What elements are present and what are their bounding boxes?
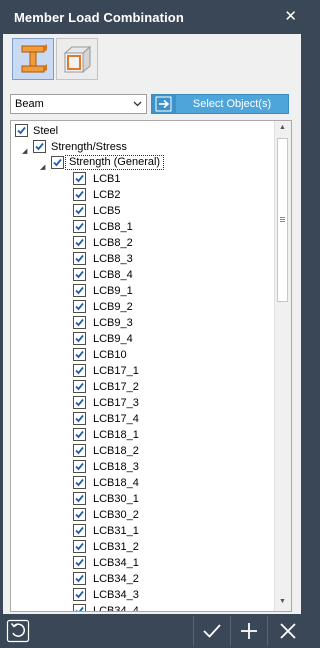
lcb-checkbox[interactable] [73, 492, 86, 505]
lcb-label: LCB18_2 [93, 445, 139, 457]
lcb-checkbox[interactable] [73, 252, 86, 265]
reset-icon [6, 619, 30, 643]
lcb-checkbox[interactable] [73, 572, 86, 585]
lcb-label: LCB18_1 [93, 429, 139, 441]
lcb-checkbox[interactable] [73, 332, 86, 345]
lcb-checkbox[interactable] [73, 444, 86, 457]
plate-element-button[interactable] [56, 38, 98, 80]
member-type-toolbar [12, 38, 100, 80]
confirm-button[interactable] [194, 614, 230, 648]
beam-member-icon [21, 44, 47, 73]
lcb-label: LCB17_4 [93, 413, 139, 425]
lcb-checkbox[interactable] [73, 348, 86, 361]
lcb-label: LCB30_1 [93, 493, 139, 505]
arrow-right-icon [152, 95, 176, 113]
cancel-button[interactable] [268, 614, 306, 648]
window-close-button[interactable]: ✕ [284, 7, 297, 25]
lcb-label: LCB9_2 [93, 301, 133, 313]
plate-element-icon [63, 45, 92, 74]
expand-arrow-icon[interactable]: ◢ [40, 160, 45, 176]
steel-label: Steel [33, 125, 59, 137]
beam-member-button[interactable] [12, 38, 54, 80]
lcb-checkbox[interactable] [73, 364, 86, 377]
lcb-label: LCB8_2 [93, 237, 133, 249]
lcb-checkbox[interactable] [73, 316, 86, 329]
lcb-checkbox[interactable] [73, 172, 86, 185]
strength-stress-checkbox[interactable] [33, 140, 46, 153]
vertical-scrollbar[interactable]: ▲ ▼ [274, 121, 291, 611]
lcb-label: LCB2 [93, 189, 121, 201]
lcb-checkbox[interactable] [73, 540, 86, 553]
lcb-label: LCB5 [93, 205, 121, 217]
member-type-dropdown[interactable]: Beam [10, 94, 147, 114]
lcb-label: LCB8_4 [93, 269, 133, 281]
lcb-label: LCB31_1 [93, 525, 139, 537]
strength-general-label: Strength (General) [65, 155, 165, 170]
lcb-label: LCB34_3 [93, 589, 139, 601]
lcb-checkbox[interactable] [73, 508, 86, 521]
lcb-label: LCB8_1 [93, 221, 133, 233]
lcb-label: LCB17_1 [93, 365, 139, 377]
lcb-label: LCB34_1 [93, 557, 139, 569]
lcb-checkbox[interactable] [73, 284, 86, 297]
add-button[interactable] [231, 614, 267, 648]
lcb-checkbox[interactable] [73, 396, 86, 409]
lcb-checkbox[interactable] [73, 220, 86, 233]
lcb-checkbox[interactable] [73, 476, 86, 489]
lcb-label: LCB31_2 [93, 541, 139, 553]
lcb-label: LCB1 [93, 173, 121, 185]
lcb-checkbox[interactable] [73, 556, 86, 569]
lcb-label: LCB9_1 [93, 285, 133, 297]
close-icon [280, 623, 296, 639]
lcb-label: LCB34_4 [93, 605, 139, 612]
select-objects-button[interactable]: Select Object(s) [151, 94, 289, 114]
lcb-label: LCB10 [93, 349, 127, 361]
lcb-label: LCB18_3 [93, 461, 139, 473]
lcb-label: LCB18_4 [93, 477, 139, 489]
plus-icon [241, 623, 257, 639]
chevron-down-icon [133, 101, 142, 107]
lcb-checkbox[interactable] [73, 524, 86, 537]
lcb-label: LCB9_3 [93, 317, 133, 329]
load-combination-tree[interactable]: Steel ◢ Strength/Stress ◢ Strength (Gene… [10, 120, 292, 612]
lcb-label: LCB17_3 [93, 397, 139, 409]
member-type-value: Beam [15, 98, 44, 110]
lcb-label: LCB34_2 [93, 573, 139, 585]
lcb-checkbox[interactable] [73, 380, 86, 393]
lcb-label: LCB30_2 [93, 509, 139, 521]
strength-stress-label: Strength/Stress [51, 141, 127, 153]
lcb-label: LCB17_2 [93, 381, 139, 393]
lcb-checkbox[interactable] [73, 188, 86, 201]
lcb-checkbox[interactable] [73, 588, 86, 601]
lcb-checkbox[interactable] [73, 236, 86, 249]
scrollbar-thumb[interactable] [277, 138, 288, 302]
lcb-label: LCB9_4 [93, 333, 133, 345]
steel-checkbox[interactable] [15, 124, 28, 137]
lcb-checkbox[interactable] [73, 412, 86, 425]
lcb-checkbox[interactable] [73, 460, 86, 473]
lcb-label: LCB8_3 [93, 253, 133, 265]
main-panel: Beam Select Object(s) Steel ◢ Strength/S… [3, 34, 301, 614]
check-icon [203, 624, 221, 638]
bottom-toolbar [0, 614, 307, 648]
scroll-down-icon[interactable]: ▼ [279, 598, 286, 605]
select-objects-label: Select Object(s) [192, 98, 272, 110]
scroll-up-icon[interactable]: ▲ [279, 124, 286, 131]
lcb-checkbox[interactable] [73, 604, 86, 611]
window-title: Member Load Combination [14, 10, 184, 25]
lcb-checkbox[interactable] [73, 428, 86, 441]
reset-button[interactable] [3, 614, 31, 648]
strength-general-checkbox[interactable] [51, 156, 64, 169]
lcb-checkbox[interactable] [73, 268, 86, 281]
tree-node-strength-general[interactable]: ◢ Strength (General) [15, 155, 273, 171]
lcb-checkbox[interactable] [73, 204, 86, 217]
lcb-checkbox[interactable] [73, 300, 86, 313]
title-bar: Member Load Combination ✕ [0, 0, 307, 34]
